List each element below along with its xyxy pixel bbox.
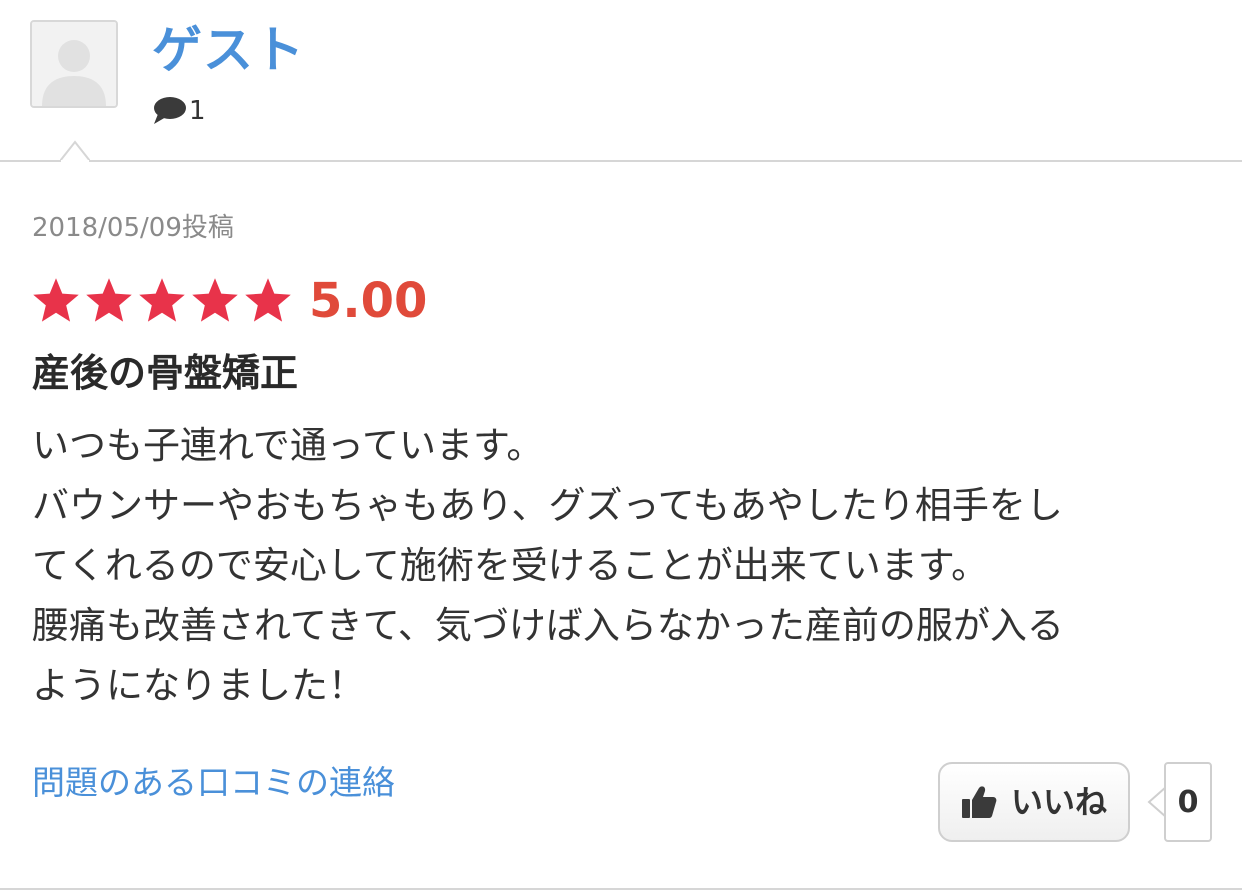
report-review-link[interactable]: 問題のある口コミの連絡 — [32, 760, 395, 806]
divider-notch — [60, 140, 90, 162]
user-avatar[interactable] — [30, 20, 118, 108]
like-count: 0 — [1164, 762, 1212, 842]
post-date: 2018/05/09投稿 — [32, 213, 234, 243]
review-line: てくれるので安心して施術を受けることが出来ています。 — [32, 544, 989, 587]
thumbs-up-icon — [961, 786, 997, 818]
star-icon — [86, 278, 132, 322]
reviewer-header: ゲスト 1 — [0, 0, 1242, 162]
star-rating: 5.00 — [30, 270, 427, 332]
review-line: バウンサーやおもちゃもあり、グズってもあやしたり相手をし — [32, 484, 1063, 527]
like-button[interactable]: いいね — [938, 762, 1130, 842]
star-icon — [139, 278, 185, 322]
default-avatar-icon — [32, 22, 116, 106]
rating-value: 5.00 — [309, 273, 428, 329]
review-title: 産後の骨盤矯正 — [32, 351, 299, 395]
review-body: いつも子連れで通っています。 バウンサーやおもちゃもあり、グズってもあやしたり相… — [32, 416, 1212, 716]
star-icon — [192, 278, 238, 322]
comment-count: 1 — [152, 94, 206, 128]
like-label: いいね — [1010, 783, 1107, 821]
bottom-divider — [0, 888, 1242, 890]
review-line: ようになりました！ — [32, 664, 365, 707]
like-count-pointer — [1147, 786, 1166, 818]
header-divider — [0, 160, 1242, 162]
comment-count-value: 1 — [189, 96, 206, 126]
review-line: 腰痛も改善されてきて、気づけば入らなかった産前の服が入る — [32, 604, 1064, 647]
user-name[interactable]: ゲスト — [152, 20, 305, 80]
star-icon — [245, 278, 291, 322]
stars — [30, 275, 295, 327]
star-icon — [33, 278, 79, 322]
review-line: いつも子連れで通っています。 — [32, 424, 544, 467]
speech-bubble-icon — [154, 97, 186, 124]
